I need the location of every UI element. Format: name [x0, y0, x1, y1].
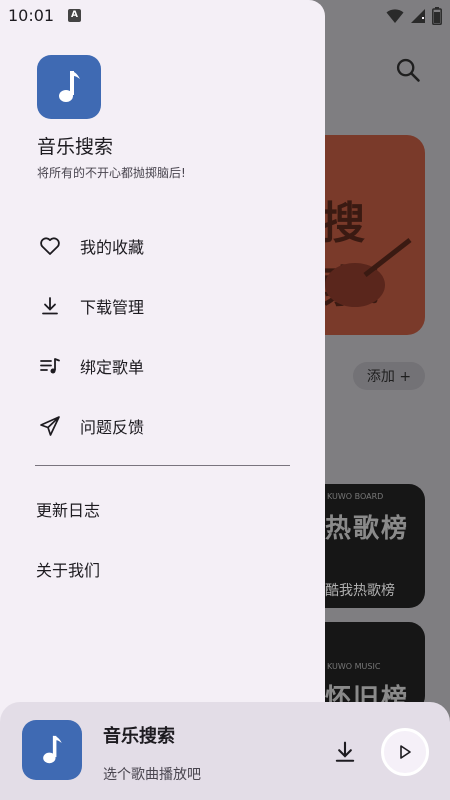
menu-item-changelog[interactable]: 更新日志 [36, 497, 100, 521]
add-button[interactable]: 添加 + [353, 362, 425, 390]
notification-icon: A [68, 9, 81, 22]
menu-item-favorites[interactable]: 我的收藏 [22, 220, 302, 272]
menu-item-label: 下载管理 [80, 298, 145, 317]
menu-item-label: 我的收藏 [80, 238, 145, 257]
status-time: 10:01 [8, 6, 55, 25]
send-icon [36, 412, 64, 440]
player-subtitle: 选个歌曲播放吧 [103, 767, 201, 783]
signal-icon [411, 9, 425, 23]
play-button[interactable] [381, 728, 429, 776]
navigation-drawer: 音乐搜索 将所有的不开心都抛掷脑后! 我的收藏 下载管理 绑定歌单 问题反馈 更… [0, 0, 325, 800]
menu-item-label: 绑定歌单 [80, 358, 145, 377]
playlist-icon [36, 352, 64, 380]
card-subtitle: 酷我热歌榜 [325, 583, 395, 599]
download-icon[interactable] [331, 738, 359, 766]
heart-icon [36, 232, 64, 260]
drawer-divider [35, 465, 290, 466]
music-note-icon [43, 735, 62, 764]
menu-item-label: 问题反馈 [80, 418, 145, 437]
mini-player[interactable]: 音乐搜索 选个歌曲播放吧 [0, 702, 450, 800]
app-subtitle: 将所有的不开心都抛掷脑后! [37, 166, 186, 180]
download-icon [36, 292, 64, 320]
player-artwork [22, 720, 82, 780]
player-title: 音乐搜索 [103, 726, 175, 747]
play-icon [400, 745, 411, 759]
music-note-icon [59, 71, 80, 102]
battery-icon [432, 7, 442, 25]
app-title: 音乐搜索 [37, 136, 114, 158]
status-bar: 10:01 A [0, 0, 450, 32]
status-icons [386, 7, 442, 25]
menu-item-about-us[interactable]: 关于我们 [36, 557, 100, 581]
app-logo [37, 55, 101, 119]
menu-item-bind-playlist[interactable]: 绑定歌单 [22, 340, 302, 392]
menu-item-downloads[interactable]: 下载管理 [22, 280, 302, 332]
menu-item-feedback[interactable]: 问题反馈 [22, 400, 302, 452]
card-title: 热歌榜 [325, 514, 410, 544]
search-icon[interactable] [394, 56, 422, 84]
wifi-icon [386, 9, 404, 23]
